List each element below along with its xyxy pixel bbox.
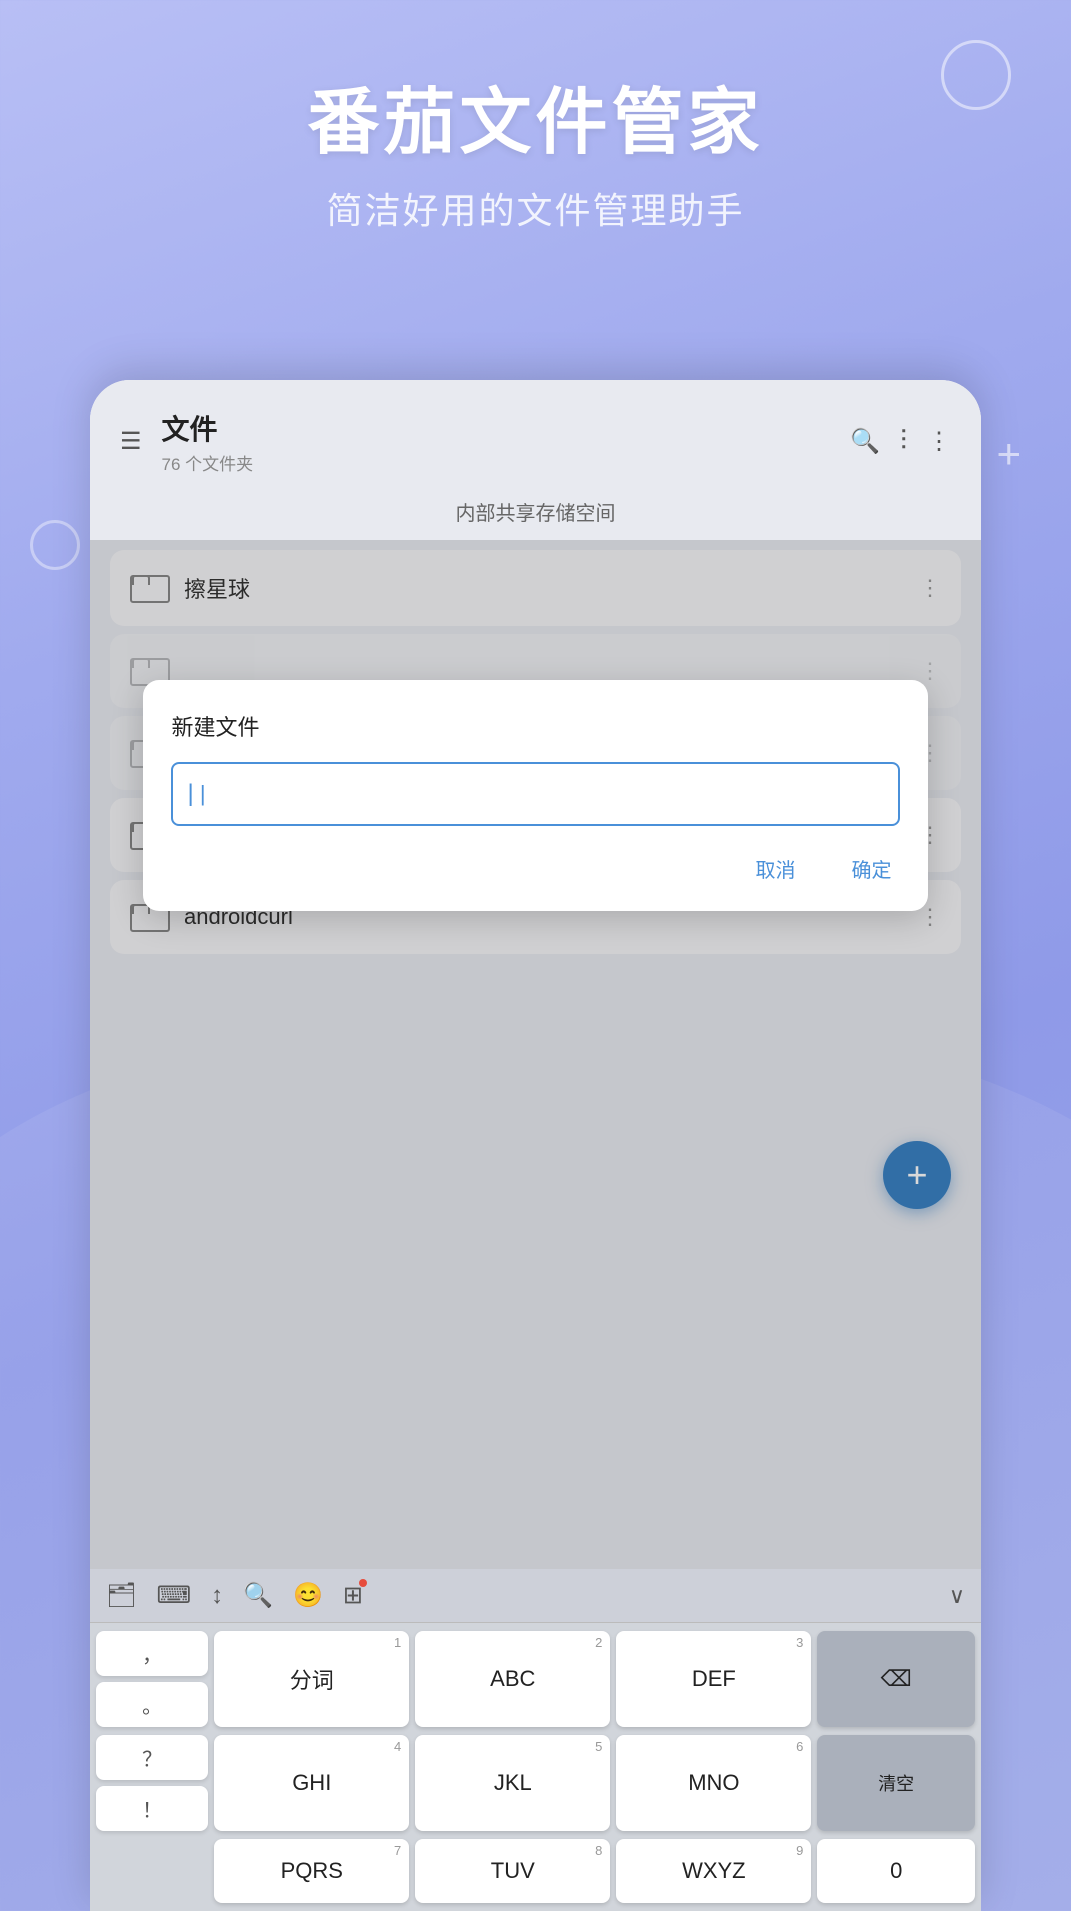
key-label: GHI [292, 1770, 331, 1796]
key-4-ghi[interactable]: 4 GHI [214, 1735, 409, 1831]
clear-label: 清空 [878, 1770, 914, 1796]
confirm-button[interactable]: 确定 [844, 850, 900, 887]
dialog-title: 新建文件 [171, 710, 899, 742]
new-file-dialog: 新建文件 | 取消 确定 [143, 680, 927, 911]
key-exclaim[interactable]: ！ [96, 1786, 208, 1831]
backspace-icon: ⌫ [881, 1666, 912, 1692]
key-period[interactable]: 。 [96, 1682, 208, 1727]
key-label: PQRS [281, 1858, 343, 1884]
kb-keyboard-icon[interactable]: ⌨ [156, 1581, 191, 1610]
deco-plus-icon: + [996, 430, 1021, 478]
key-comma[interactable]: ， [96, 1631, 208, 1676]
deco-circle-left [30, 520, 80, 570]
key-clear[interactable]: 清空 [817, 1735, 975, 1831]
key-label: 0 [890, 1858, 902, 1884]
storage-label: 内部共享存储空间 [90, 489, 981, 540]
key-label: MNO [688, 1770, 739, 1796]
key-8-tuv[interactable]: 8 TUV [415, 1839, 610, 1903]
file-count: 76 个文件夹 [162, 450, 831, 475]
key-5-jkl[interactable]: 5 JKL [415, 1735, 610, 1831]
dialog-input-field[interactable]: | [171, 762, 899, 826]
key-num-5: 5 [595, 1739, 602, 1754]
search-icon[interactable]: 🔍 [850, 427, 880, 456]
key-1-fenci[interactable]: 1 分词 [214, 1631, 409, 1727]
key-2-abc[interactable]: 2 ABC [415, 1631, 610, 1727]
key-num-7: 7 [394, 1843, 401, 1858]
dialog-overlay: 新建文件 | 取消 确定 [90, 540, 981, 1569]
header-section: 番茄文件管家 简洁好用的文件管理助手 [0, 80, 1071, 234]
key-num-9: 9 [796, 1843, 803, 1858]
key-num-3: 3 [796, 1635, 803, 1650]
kb-grid-icon[interactable]: ⊞ [343, 1581, 363, 1610]
key-num-6: 6 [796, 1739, 803, 1754]
key-0[interactable]: 0 [817, 1839, 975, 1903]
keyboard-row-2: ？ ！ 4 GHI 5 JKL 6 MNO [96, 1735, 975, 1831]
key-label: WXYZ [682, 1858, 746, 1884]
keyboard-toolbar: 🗂 ⌨ ↕ 🔍 😊 ⊞ ∨ [90, 1569, 981, 1623]
more-options-icon[interactable]: ⋮ [927, 427, 951, 456]
left-side-col: ， 。 [96, 1631, 208, 1727]
keyboard-area: 🗂 ⌨ ↕ 🔍 😊 ⊞ ∨ ， 。 1 分词 [90, 1569, 981, 1911]
sort-icon[interactable]: ⫶ [900, 425, 907, 458]
key-label: ABC [490, 1666, 535, 1692]
key-label: TUV [491, 1858, 535, 1884]
cancel-button[interactable]: 取消 [748, 850, 804, 887]
app-subtitle: 简洁好用的文件管理助手 [40, 182, 1031, 234]
kb-search-icon[interactable]: 🔍 [243, 1581, 273, 1610]
phone-mockup: ☰ 文件 76 个文件夹 🔍 ⫶ ⋮ 内部共享存储空间 擦星球 ⋮ [90, 380, 981, 1911]
key-label: 分词 [290, 1663, 334, 1695]
key-7-pqrs[interactable]: 7 PQRS [214, 1839, 409, 1903]
keyboard-row-3: 7 PQRS 8 TUV 9 WXYZ 0 [96, 1839, 975, 1903]
key-3-def[interactable]: 3 DEF [616, 1631, 811, 1727]
key-backspace[interactable]: ⌫ [817, 1631, 975, 1727]
file-title: 文件 [162, 408, 831, 448]
top-bar: ☰ 文件 76 个文件夹 🔍 ⫶ ⋮ [90, 380, 981, 489]
keyboard-row-1: ， 。 1 分词 2 ABC 3 DEF [96, 1631, 975, 1727]
key-9-wxyz[interactable]: 9 WXYZ [616, 1839, 811, 1903]
key-label: JKL [494, 1770, 532, 1796]
kb-emoji-icon[interactable]: 😊 [293, 1581, 323, 1610]
key-num-4: 4 [394, 1739, 401, 1754]
dialog-actions: 取消 确定 [171, 850, 899, 887]
file-list: 擦星球 ⋮ 新建文件 | 取消 确定 [90, 540, 981, 1569]
kb-chevron-down-icon[interactable]: ∨ [949, 1583, 965, 1609]
kb-cursor-icon[interactable]: ↕ [211, 1582, 223, 1610]
top-icons: 🔍 ⫶ ⋮ [850, 425, 951, 458]
text-cursor: | [187, 780, 193, 808]
key-num-2: 2 [595, 1635, 602, 1650]
title-area: 文件 76 个文件夹 [162, 408, 831, 475]
key-num-8: 8 [595, 1843, 602, 1858]
kb-clipboard-icon[interactable]: 🗂 [106, 1581, 136, 1610]
app-title: 番茄文件管家 [40, 80, 1031, 166]
menu-icon[interactable]: ☰ [120, 427, 142, 456]
app-ui: ☰ 文件 76 个文件夹 🔍 ⫶ ⋮ 内部共享存储空间 擦星球 ⋮ [90, 380, 981, 1911]
key-label: DEF [692, 1666, 736, 1692]
key-question[interactable]: ？ [96, 1735, 208, 1780]
left-side-col-2: ？ ！ [96, 1735, 208, 1831]
keyboard-rows: ， 。 1 分词 2 ABC 3 DEF [90, 1623, 981, 1911]
key-num-1: 1 [394, 1635, 401, 1650]
key-6-mno[interactable]: 6 MNO [616, 1735, 811, 1831]
